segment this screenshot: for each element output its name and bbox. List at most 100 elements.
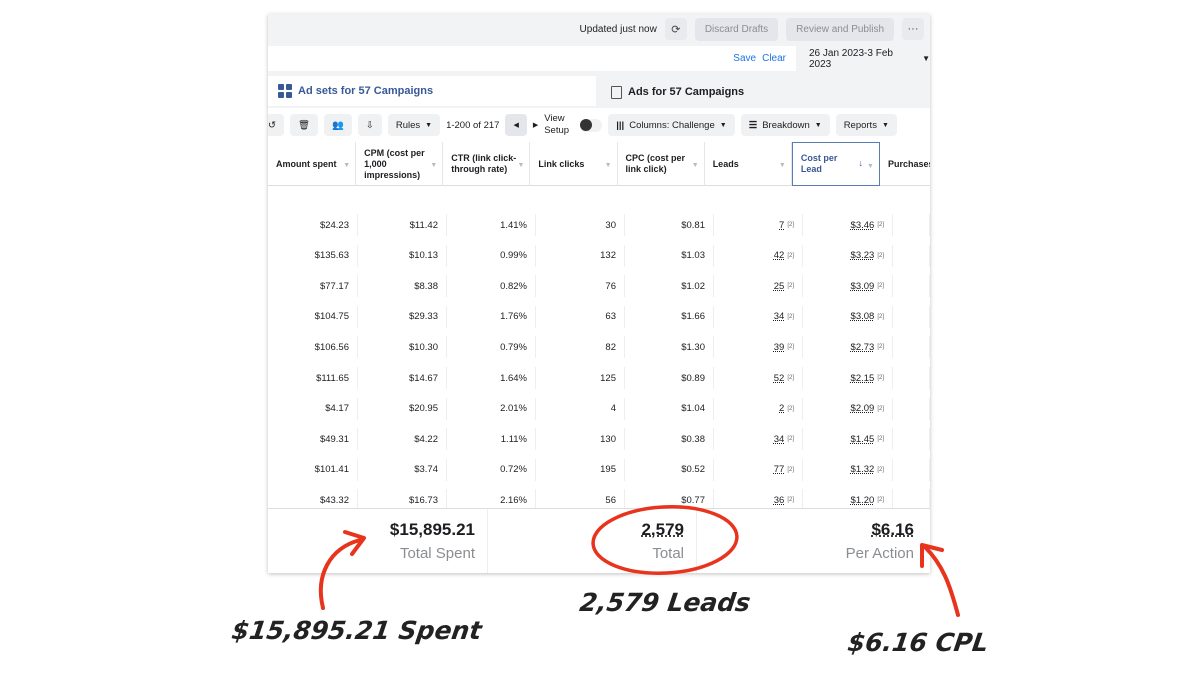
- col-purchases[interactable]: Purchases: [880, 142, 930, 186]
- cell-value: 125: [600, 372, 616, 384]
- undo-icon[interactable]: ↺: [268, 114, 284, 136]
- cell-value: $0.52: [681, 464, 705, 476]
- date-range-picker[interactable]: 26 Jan 2023-3 Feb 2023 ▼: [800, 46, 930, 71]
- table-row[interactable]: $4.17 $20.95 2.01% 4 $1.04 2 [2] $2.09 [2]: [268, 397, 930, 420]
- cell-value[interactable]: 52: [774, 373, 785, 384]
- cell-value: $1.03: [681, 250, 705, 262]
- table-row[interactable]: $49.31 $4.22 1.11% 130 $0.38 34 [2] $1.45 [2]: [268, 428, 930, 451]
- cell-value[interactable]: $3.08: [851, 311, 875, 322]
- table-cell: 82: [536, 336, 625, 359]
- table-cell: $111.65: [268, 367, 358, 389]
- cell-value[interactable]: 25: [774, 281, 785, 292]
- discard-drafts-button[interactable]: Discard Drafts: [694, 17, 779, 41]
- attribution-icon: [2]: [877, 405, 884, 412]
- cell-value[interactable]: $2.15: [851, 373, 875, 384]
- col-ctr[interactable]: CTR (link click-through rate) ▼: [443, 142, 531, 186]
- cell-value[interactable]: $2.73: [851, 342, 875, 353]
- table-cell: $3.23 [2]: [803, 244, 893, 267]
- col-link-clicks[interactable]: Link clicks ▼: [530, 142, 618, 186]
- tab-ads[interactable]: Ads for 57 Campaigns: [601, 78, 930, 106]
- table-row[interactable]: $104.75 $29.33 1.76% 63 $1.66 34 [2] $3.08 [2]: [268, 305, 930, 328]
- attribution-icon: [2]: [787, 313, 794, 320]
- table-row[interactable]: $111.65 $14.67 1.64% 125 $0.89 52 [2] $2.15 [2]: [268, 367, 930, 389]
- sort-desc-icon: ↓: [858, 158, 863, 168]
- cell-value[interactable]: 77: [774, 464, 785, 475]
- table-cell: $1.30: [625, 336, 714, 359]
- table-cell: $1.04: [625, 397, 714, 420]
- col-label: CTR (link click-through rate): [451, 153, 517, 174]
- cell-value[interactable]: $1.20: [851, 495, 875, 506]
- attribution-icon: [2]: [877, 252, 884, 259]
- table-row[interactable]: $106.56 $10.30 0.79% 82 $1.30 39 [2] $2.73 [2]: [268, 336, 930, 359]
- columns-button[interactable]: ||| Columns: Challenge ▼: [608, 114, 735, 136]
- table-cell: $29.33: [358, 305, 447, 328]
- cell-value[interactable]: $1.45: [851, 434, 875, 445]
- attribution-icon: [2]: [787, 497, 794, 504]
- view-setup-toggle[interactable]: [580, 118, 603, 132]
- table-cell: 1.64%: [447, 367, 536, 389]
- cell-value[interactable]: 39: [774, 342, 785, 353]
- delete-icon[interactable]: 🗑: [289, 114, 319, 136]
- cell-value: 0.72%: [500, 464, 527, 476]
- cell-value[interactable]: 36: [774, 495, 785, 506]
- col-cost-per-lead[interactable]: Cost per Lead ↓ ▼: [791, 142, 880, 186]
- cell-value[interactable]: $2.09: [851, 403, 875, 414]
- total-spent-value: $15,895.21: [389, 520, 475, 539]
- cpl-annotation: $6.16 CPL: [845, 628, 991, 657]
- tab-label: Ad sets for 57 Campaigns: [298, 85, 434, 97]
- table-cell: 52 [2]: [714, 367, 803, 389]
- summary-leads: 2,579 Total: [488, 509, 697, 573]
- cell-value[interactable]: $1.32: [851, 464, 875, 475]
- cell-value: $1.30: [681, 341, 705, 353]
- updated-status: Updated just now: [579, 23, 657, 35]
- cell-value[interactable]: $3.23: [851, 250, 875, 261]
- next-page-button[interactable]: ▶: [533, 121, 538, 129]
- reports-button[interactable]: Reports ▼: [835, 114, 897, 136]
- cell-value: 195: [600, 464, 616, 476]
- summary-spent: $15,895.21 Total Spent: [268, 509, 488, 573]
- cell-value[interactable]: 34: [774, 434, 785, 445]
- cell-value[interactable]: 34: [774, 311, 785, 322]
- col-cpc[interactable]: CPC (cost per link click) ▼: [618, 142, 705, 186]
- cell-value: 132: [600, 250, 616, 262]
- table-cell: 0.79%: [447, 336, 536, 359]
- table-cell: $1.03: [625, 244, 714, 267]
- rules-button[interactable]: Rules ▼: [387, 114, 441, 136]
- total-spent-label: Total Spent: [399, 545, 475, 562]
- save-link[interactable]: Save: [733, 53, 756, 64]
- breakdown-button[interactable]: ☰ Breakdown ▼: [740, 114, 830, 136]
- table-row[interactable]: $135.63 $10.13 0.99% 132 $1.03 42 [2] $3.23 [2]: [268, 244, 930, 267]
- export-icon[interactable]: ⇩: [357, 114, 382, 136]
- table-cell: 39 [2]: [714, 336, 803, 359]
- cell-value: $77.17: [319, 280, 349, 292]
- cell-value[interactable]: 7: [779, 220, 784, 231]
- tab-ad-sets[interactable]: Ad sets for 57 Campaigns: [268, 76, 596, 106]
- cell-value: $1.02: [681, 280, 705, 292]
- review-publish-button[interactable]: Review and Publish: [786, 17, 894, 41]
- table-row[interactable]: $77.17 $8.38 0.82% 76 $1.02 25 [2] $3.09 [2]: [268, 275, 930, 298]
- clear-link[interactable]: Clear: [762, 53, 786, 64]
- cell-value: 1.41%: [500, 219, 527, 231]
- more-button[interactable]: ···: [902, 18, 924, 40]
- table-cell: $77.17: [268, 275, 358, 298]
- col-amount-spent[interactable]: Amount spent ▼: [268, 142, 357, 186]
- cell-value[interactable]: 2: [779, 403, 784, 414]
- table-cell: [893, 458, 930, 481]
- cell-value[interactable]: 42: [774, 250, 785, 261]
- table-row[interactable]: $24.23 $11.42 1.41% 30 $0.81 7 [2] $3.46 [2]: [268, 214, 930, 236]
- audience-icon[interactable]: 👥: [324, 114, 352, 136]
- table-row[interactable]: $101.41 $3.74 0.72% 195 $0.52 77 [2] $1.32 [2]: [268, 458, 930, 481]
- table-cell: $2.09 [2]: [803, 397, 893, 420]
- prev-page-button[interactable]: ◀: [505, 114, 527, 136]
- columns-icon: |||: [616, 119, 625, 131]
- table-cell: $14.67: [358, 367, 447, 389]
- attribution-icon: [2]: [877, 375, 884, 381]
- refresh-icon[interactable]: ⟳: [664, 18, 687, 40]
- cell-value[interactable]: $3.09: [851, 281, 875, 292]
- col-cpm[interactable]: CPM (cost per 1,000 impressions) ▼: [356, 142, 444, 186]
- col-leads[interactable]: Leads ▼: [705, 142, 792, 186]
- cell-value: $4.22: [414, 433, 438, 445]
- table-cell: 1.41%: [447, 214, 536, 236]
- cell-value[interactable]: $3.46: [851, 220, 875, 231]
- table-cell: $2.15 [2]: [803, 367, 893, 389]
